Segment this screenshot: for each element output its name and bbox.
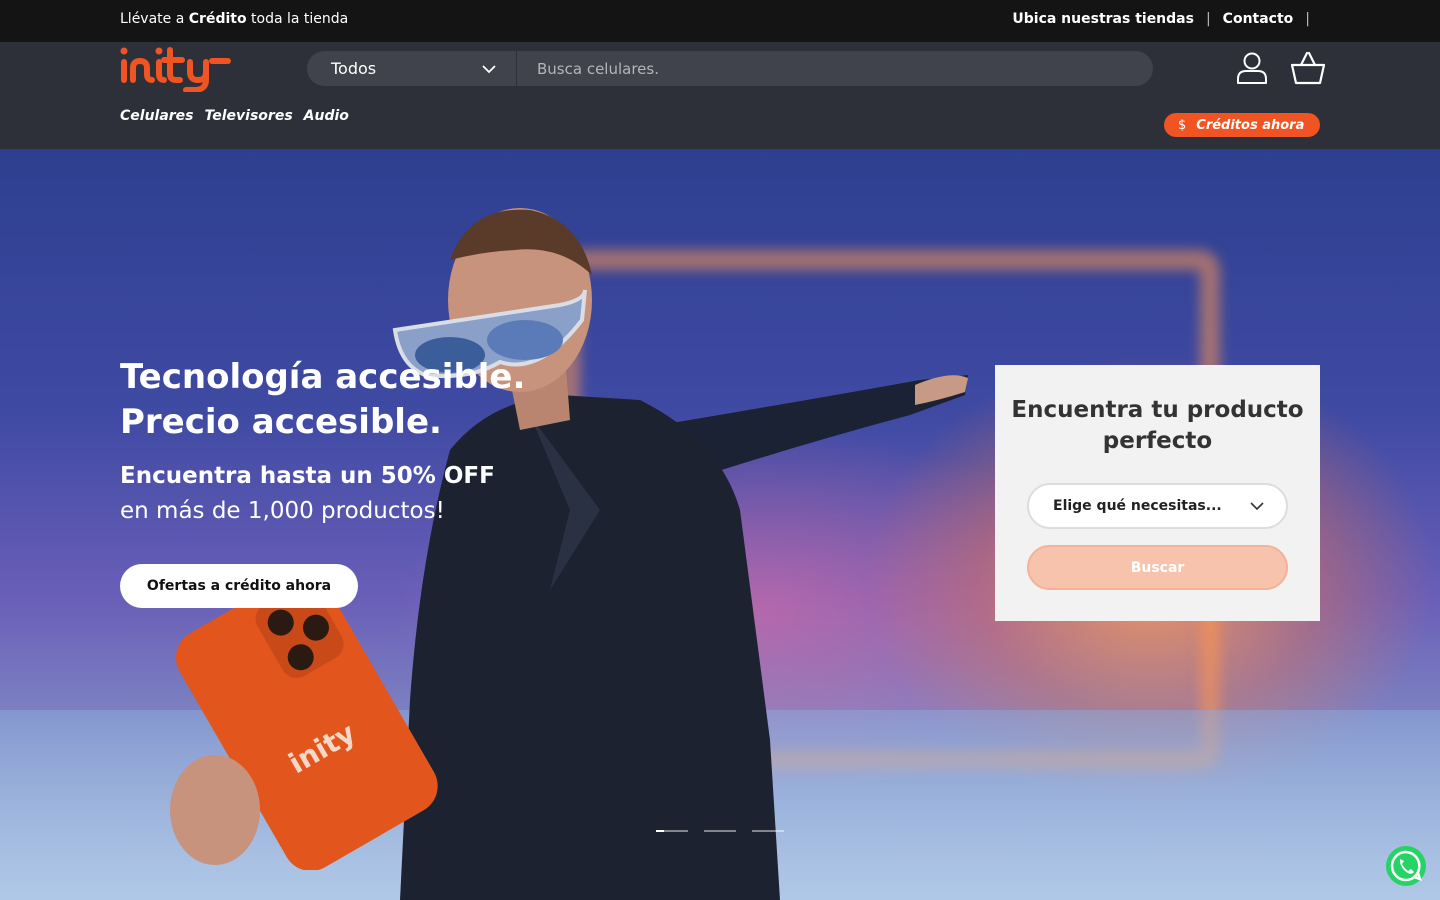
nav-item-celulares[interactable]: Celulares	[120, 108, 194, 124]
store-locator-link[interactable]: Ubica nuestras tiendas	[1012, 11, 1194, 27]
search-bar: Todos	[307, 51, 1153, 86]
top-bar: Llévate a Crédito toda la tienda Ubica n…	[0, 0, 1440, 42]
separator: |	[1305, 11, 1310, 27]
chevron-down-icon	[1250, 502, 1264, 511]
carousel-dot-1[interactable]	[656, 830, 688, 832]
nav-item-audio[interactable]: Audio	[304, 108, 349, 124]
needs-select-placeholder: Elige qué necesitas...	[1053, 498, 1222, 514]
carousel-dot-3[interactable]	[752, 830, 784, 832]
dollar-icon: $	[1178, 117, 1187, 133]
needs-select[interactable]: Elige qué necesitas...	[1027, 483, 1288, 529]
carousel-dot-2[interactable]	[704, 830, 736, 832]
whatsapp-icon[interactable]	[1385, 845, 1427, 887]
contact-link[interactable]: Contacto	[1223, 11, 1294, 27]
brand-logo[interactable]	[120, 44, 232, 92]
main-nav: Celulares Televisores Audio	[120, 108, 349, 124]
hero-subtitle: en más de 1,000 productos!	[120, 498, 445, 524]
hero-banner: inity Tecnología accesible. Precio acces…	[0, 150, 1440, 900]
promo-prefix: Llévate a	[120, 11, 185, 27]
hero-title: Tecnología accesible. Precio accesible.	[120, 357, 526, 442]
product-finder-card: Encuentra tu producto perfecto Elige qué…	[995, 365, 1320, 621]
promo-bold: Crédito	[188, 11, 247, 27]
credit-offers-button[interactable]: Ofertas a crédito ahora	[120, 564, 358, 608]
promo-suffix: toda la tienda	[251, 11, 349, 27]
hero-phone-image: inity	[170, 572, 438, 870]
nav-item-televisores[interactable]: Televisores	[205, 108, 293, 124]
credit-now-label: Créditos ahora	[1196, 117, 1305, 133]
finder-title: Encuentra tu producto perfecto	[1011, 397, 1304, 454]
cart-icon[interactable]	[1290, 51, 1326, 85]
search-input[interactable]	[517, 51, 1153, 86]
carousel-indicators	[656, 830, 784, 832]
category-select-value: Todos	[331, 59, 377, 78]
category-select[interactable]: Todos	[307, 51, 517, 86]
site-header: Todos Celulares Televisores Audio $ Créd…	[0, 42, 1440, 150]
top-links: Ubica nuestras tiendas | Contacto |	[1012, 11, 1310, 27]
search-button[interactable]: Buscar	[1027, 545, 1288, 590]
separator: |	[1205, 11, 1211, 27]
credit-now-button[interactable]: $ Créditos ahora	[1164, 113, 1320, 137]
hero-discount-text: Encuentra hasta un 50% OFF	[120, 463, 495, 489]
user-icon[interactable]	[1235, 51, 1269, 85]
promo-text: Llévate a Crédito toda la tienda	[120, 11, 348, 27]
chevron-down-icon	[482, 64, 496, 73]
